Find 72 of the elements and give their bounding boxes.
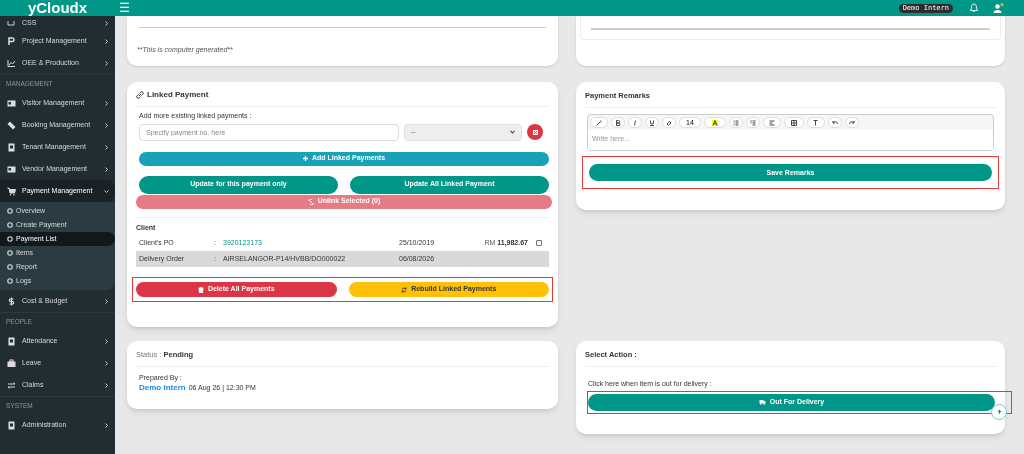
remove-button[interactable] <box>527 124 543 140</box>
briefcase-icon <box>7 358 16 368</box>
card-title: Linked Payment <box>147 89 209 101</box>
undo-tool[interactable] <box>828 117 842 129</box>
badge-icon <box>7 336 16 346</box>
magic-wand-icon <box>596 119 602 126</box>
cart-icon <box>7 186 16 196</box>
notification-bell-icon[interactable] <box>969 3 979 13</box>
align-left-icon <box>769 119 775 126</box>
id-card-icon <box>7 164 16 174</box>
circle-icon <box>7 236 13 242</box>
plus-icon <box>302 156 308 161</box>
chevron-right-icon <box>104 122 109 128</box>
app-logo[interactable]: yCloudx <box>0 0 115 16</box>
chevron-right-icon <box>104 60 109 66</box>
menu-button[interactable]: ☰ <box>119 0 130 16</box>
row-checkbox[interactable] <box>536 240 542 246</box>
refresh-icon <box>401 286 408 293</box>
line-chart-icon <box>7 58 16 68</box>
badge-icon <box>7 142 16 152</box>
table-tool[interactable] <box>784 117 804 129</box>
link-icon <box>136 91 144 99</box>
chevron-right-icon <box>104 382 109 388</box>
chevron-right-icon <box>104 422 109 428</box>
chevron-down-icon <box>104 188 109 194</box>
text-color-tool[interactable] <box>704 117 726 129</box>
arrow-up-icon <box>996 409 1002 415</box>
chevron-right-icon <box>104 338 109 344</box>
author-link[interactable]: Demo Intern <box>139 383 186 394</box>
numbered-list-icon <box>750 119 756 126</box>
bullet-list-icon <box>733 119 739 126</box>
circle-icon <box>7 208 13 214</box>
truck-icon <box>758 399 766 406</box>
chevron-down-icon <box>510 130 515 134</box>
circle-icon <box>7 264 13 270</box>
ticket-icon <box>7 120 16 130</box>
circle-icon <box>7 278 13 284</box>
redo-tool[interactable] <box>845 117 859 129</box>
underline-icon <box>649 119 655 126</box>
chevron-right-icon <box>104 298 109 304</box>
underline-tool[interactable] <box>645 117 659 129</box>
chevron-right-icon <box>104 100 109 106</box>
text-style-icon <box>813 119 819 126</box>
text-style-tool[interactable] <box>807 117 825 129</box>
chevron-right-icon <box>104 166 109 172</box>
badge-icon <box>7 420 16 430</box>
chevron-right-icon <box>104 360 109 366</box>
id-card-icon <box>7 98 16 108</box>
chevron-right-icon <box>104 20 109 26</box>
cup-icon <box>7 18 16 28</box>
bullet-list-tool[interactable] <box>729 117 743 129</box>
user-icon[interactable] <box>993 3 1004 13</box>
chevron-right-icon <box>104 38 109 44</box>
trash-icon <box>197 286 204 293</box>
bold-icon <box>615 119 621 126</box>
eraser-icon <box>666 119 672 126</box>
circle-icon <box>7 222 13 228</box>
circle-icon <box>7 250 13 256</box>
italic-icon <box>632 119 638 126</box>
bold-tool[interactable] <box>611 117 625 129</box>
table-icon <box>791 119 797 126</box>
highlight-color-icon <box>712 119 718 126</box>
numbered-list-tool[interactable] <box>746 117 760 129</box>
dollar-icon <box>7 296 16 306</box>
swap-arrows-icon <box>7 380 16 390</box>
scroll-top-button[interactable] <box>991 403 1007 420</box>
undo-icon <box>832 119 838 126</box>
p-letter-icon <box>7 36 16 46</box>
eraser-tool[interactable] <box>662 117 676 129</box>
redo-icon <box>849 119 855 126</box>
close-icon <box>532 129 538 135</box>
chevron-right-icon <box>104 144 109 150</box>
